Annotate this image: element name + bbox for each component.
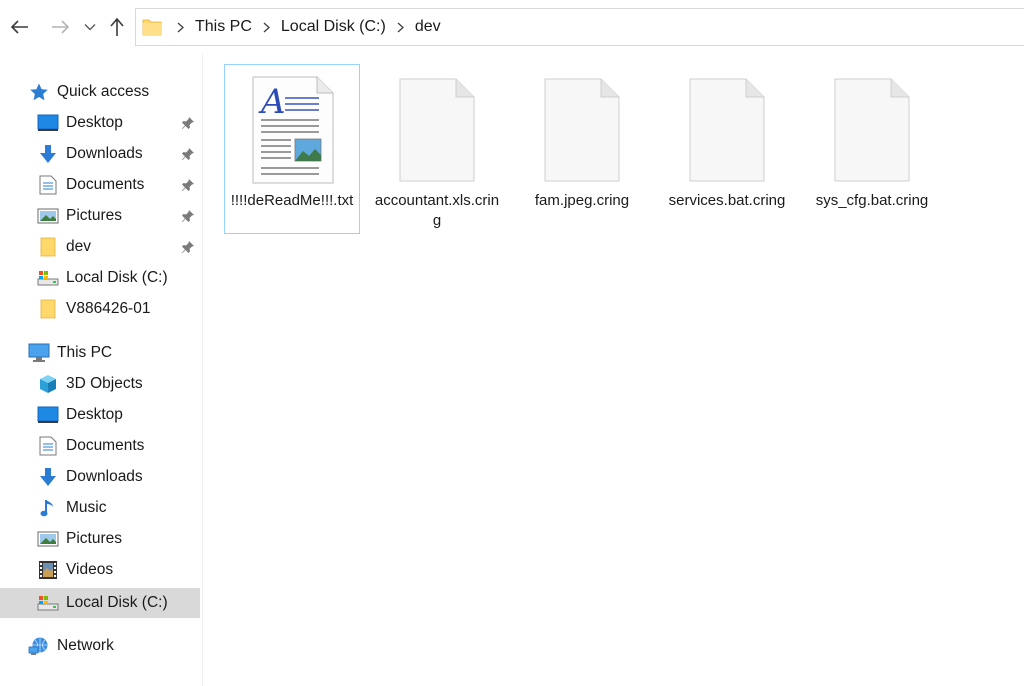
- sidebar-item-downloads[interactable]: Downloads: [0, 139, 200, 169]
- file-name-label: services.bat.cring: [668, 192, 786, 209]
- sidebar-item-desktop[interactable]: Desktop: [0, 108, 200, 138]
- sidebar-item-label: Local Disk (C:): [66, 269, 168, 286]
- forward-button[interactable]: [48, 14, 72, 40]
- forward-arrow-icon: [52, 20, 70, 34]
- file-explorer-window: This PC Local Disk (C:) dev Quick access…: [0, 0, 1024, 686]
- 3d-objects-icon: [37, 373, 59, 395]
- blank-file-icon: [537, 73, 627, 187]
- file-name-label: !!!!deReadMe!!!.txt: [230, 192, 354, 209]
- breadcrumb-local-disk[interactable]: Local Disk (C:): [277, 18, 390, 36]
- sidebar-item-label: Quick access: [57, 83, 150, 100]
- svg-text:A: A: [258, 82, 286, 122]
- sidebar-item-documents[interactable]: Documents: [0, 170, 200, 200]
- blank-file-icon: [392, 73, 482, 187]
- chevron-right-icon[interactable]: [256, 22, 277, 33]
- pin-icon[interactable]: [181, 116, 195, 130]
- computer-icon: [28, 342, 50, 364]
- blank-file-icon: [682, 73, 772, 187]
- chevron-right-icon[interactable]: [170, 22, 191, 33]
- sidebar-item-label: This PC: [57, 344, 113, 361]
- chevron-right-icon[interactable]: [390, 22, 411, 33]
- sidebar-item-network[interactable]: Network: [0, 631, 200, 661]
- navigation-bar: This PC Local Disk (C:) dev: [0, 0, 1024, 54]
- file-name-label: sys_cfg.bat.cring: [815, 192, 929, 209]
- pin-icon[interactable]: [181, 178, 195, 192]
- desktop-icon: [37, 404, 59, 426]
- file-name-label: accountant.xls.cring: [374, 192, 500, 229]
- sidebar-item-label: Music: [66, 499, 107, 516]
- sidebar-item-pictures-pc[interactable]: Pictures: [0, 524, 200, 554]
- file-item-sys-cfg[interactable]: sys_cfg.bat.cring: [804, 64, 940, 234]
- back-arrow-icon: [10, 20, 28, 34]
- folder-icon: [37, 236, 59, 258]
- up-button[interactable]: [105, 14, 129, 40]
- file-item-fam[interactable]: fam.jpeg.cring: [514, 64, 650, 234]
- sidebar-item-downloads-pc[interactable]: Downloads: [0, 462, 200, 492]
- file-list-pane[interactable]: A !!!!deReadMe!!!.txt accountant.xls.cri…: [203, 54, 1024, 686]
- sidebar-item-label: Downloads: [66, 145, 143, 162]
- desktop-icon: [37, 112, 59, 134]
- file-item-readme[interactable]: A !!!!deReadMe!!!.txt: [224, 64, 360, 234]
- sidebar-item-documents-pc[interactable]: Documents: [0, 431, 200, 461]
- sidebar-item-music[interactable]: Music: [0, 493, 200, 523]
- blank-file-icon: [827, 73, 917, 187]
- folder-icon: [142, 17, 162, 37]
- documents-icon: [37, 435, 59, 457]
- sidebar-item-dev[interactable]: dev: [0, 232, 200, 262]
- downloads-icon: [37, 143, 59, 165]
- pin-icon[interactable]: [181, 240, 195, 254]
- sidebar-item-local-disk-pc[interactable]: Local Disk (C:): [0, 588, 200, 618]
- pictures-icon: [37, 528, 59, 550]
- sidebar-item-this-pc[interactable]: This PC: [0, 338, 200, 368]
- navigation-pane: Quick access Desktop Downloads Documents…: [0, 54, 203, 686]
- file-item-accountant[interactable]: accountant.xls.cring: [369, 64, 505, 234]
- sidebar-item-desktop-pc[interactable]: Desktop: [0, 400, 200, 430]
- sidebar-item-label: Local Disk (C:): [66, 594, 168, 611]
- file-name-label: fam.jpeg.cring: [534, 192, 630, 209]
- back-button[interactable]: [8, 14, 32, 40]
- sidebar-item-label: Downloads: [66, 468, 143, 485]
- sidebar-item-label: Documents: [66, 437, 145, 454]
- network-icon: [28, 635, 50, 657]
- sidebar-item-label: Documents: [66, 176, 145, 193]
- star-icon: [28, 81, 50, 103]
- file-item-services[interactable]: services.bat.cring: [659, 64, 795, 234]
- sidebar-item-label: Videos: [66, 561, 114, 578]
- pin-icon[interactable]: [181, 209, 195, 223]
- drive-icon: [37, 267, 59, 289]
- sidebar-item-label: Pictures: [66, 207, 122, 224]
- sidebar-item-videos[interactable]: Videos: [0, 555, 200, 585]
- sidebar-item-local-disk[interactable]: Local Disk (C:): [0, 263, 200, 293]
- sidebar-item-label: V886426-01: [66, 300, 151, 317]
- folder-icon: [37, 298, 59, 320]
- sidebar-item-3d-objects[interactable]: 3D Objects: [0, 369, 200, 399]
- videos-icon: [37, 559, 59, 581]
- sidebar-item-pictures[interactable]: Pictures: [0, 201, 200, 231]
- music-icon: [37, 497, 59, 519]
- pin-icon[interactable]: [181, 147, 195, 161]
- chevron-down-icon: [84, 24, 96, 31]
- up-arrow-icon: [110, 17, 124, 36]
- sidebar-item-v886426-01[interactable]: V886426-01: [0, 294, 200, 324]
- drive-icon: [37, 592, 59, 614]
- recent-locations-button[interactable]: [80, 14, 100, 40]
- pictures-icon: [37, 205, 59, 227]
- downloads-icon: [37, 466, 59, 488]
- address-bar[interactable]: This PC Local Disk (C:) dev: [135, 8, 1024, 46]
- breadcrumb-this-pc[interactable]: This PC: [191, 18, 256, 36]
- documents-icon: [37, 174, 59, 196]
- sidebar-item-label: Pictures: [66, 530, 122, 547]
- breadcrumb-dev[interactable]: dev: [411, 18, 445, 36]
- text-document-icon: A: [247, 73, 337, 187]
- sidebar-item-label: 3D Objects: [66, 375, 143, 392]
- sidebar-item-label: Desktop: [66, 406, 123, 423]
- sidebar-item-label: Network: [57, 637, 114, 654]
- sidebar-item-label: Desktop: [66, 114, 123, 131]
- sidebar-item-label: dev: [66, 238, 91, 255]
- sidebar-item-quick-access[interactable]: Quick access: [0, 77, 200, 107]
